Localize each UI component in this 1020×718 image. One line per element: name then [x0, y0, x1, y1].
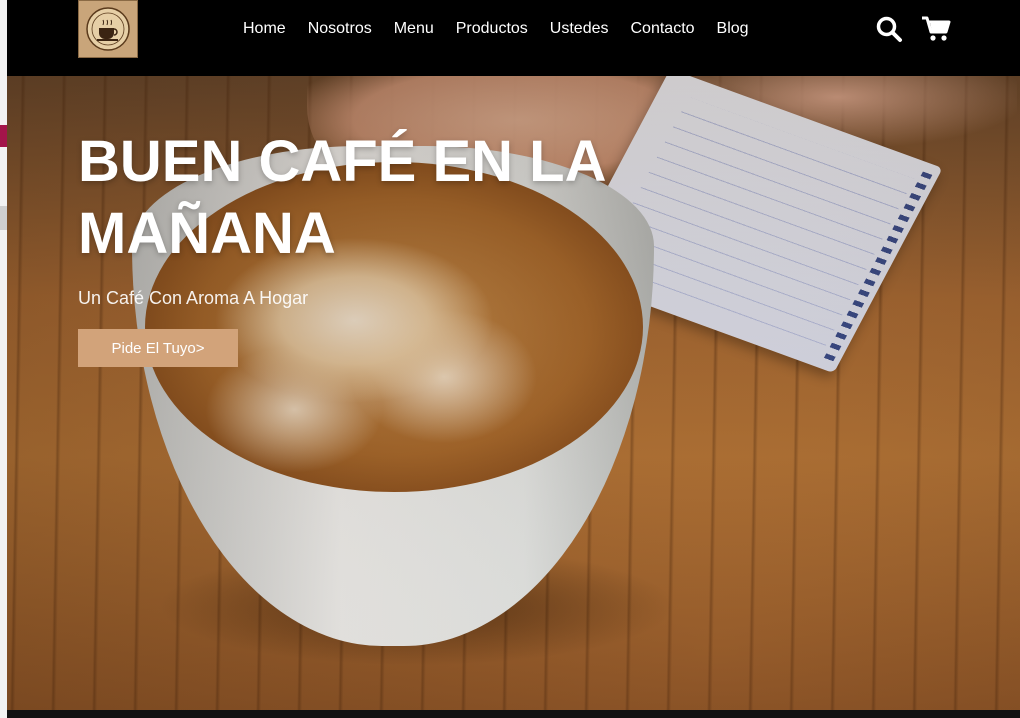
- cart-icon[interactable]: [921, 15, 951, 43]
- nav-item-blog[interactable]: Blog: [706, 19, 760, 39]
- nav-item-menu[interactable]: Menu: [383, 19, 445, 39]
- window-edge: [0, 0, 7, 718]
- navbar: Home Nosotros Menu Productos Ustedes Con…: [7, 0, 1020, 76]
- brand-logo[interactable]: [78, 0, 138, 58]
- nav-item-nosotros[interactable]: Nosotros: [297, 19, 383, 39]
- main-nav: Home Nosotros Menu Productos Ustedes Con…: [232, 19, 760, 39]
- hero-subtitle: Un Café Con Aroma A Hogar: [78, 288, 309, 308]
- nav-item-contacto[interactable]: Contacto: [620, 19, 706, 39]
- edge-scroll-marker: [0, 206, 7, 230]
- hero-section: BUEN CAFÉ EN LA MAÑANA Un Café Con Aroma…: [7, 76, 1020, 710]
- nav-item-ustedes[interactable]: Ustedes: [539, 19, 620, 39]
- search-icon[interactable]: [875, 15, 903, 43]
- bottom-bar: [7, 710, 1020, 718]
- edge-accent: [0, 125, 7, 147]
- nav-item-home[interactable]: Home: [232, 19, 297, 39]
- nav-item-productos[interactable]: Productos: [445, 19, 539, 39]
- hero-title: BUEN CAFÉ EN LA MAÑANA: [78, 129, 605, 266]
- coffee-cup-logo-icon: [86, 7, 130, 51]
- nav-icons: [875, 15, 951, 43]
- page: Home Nosotros Menu Productos Ustedes Con…: [0, 0, 1020, 718]
- hero-content: BUEN CAFÉ EN LA MAÑANA Un Café Con Aroma…: [78, 126, 638, 367]
- order-button[interactable]: Pide El Tuyo>: [78, 329, 238, 367]
